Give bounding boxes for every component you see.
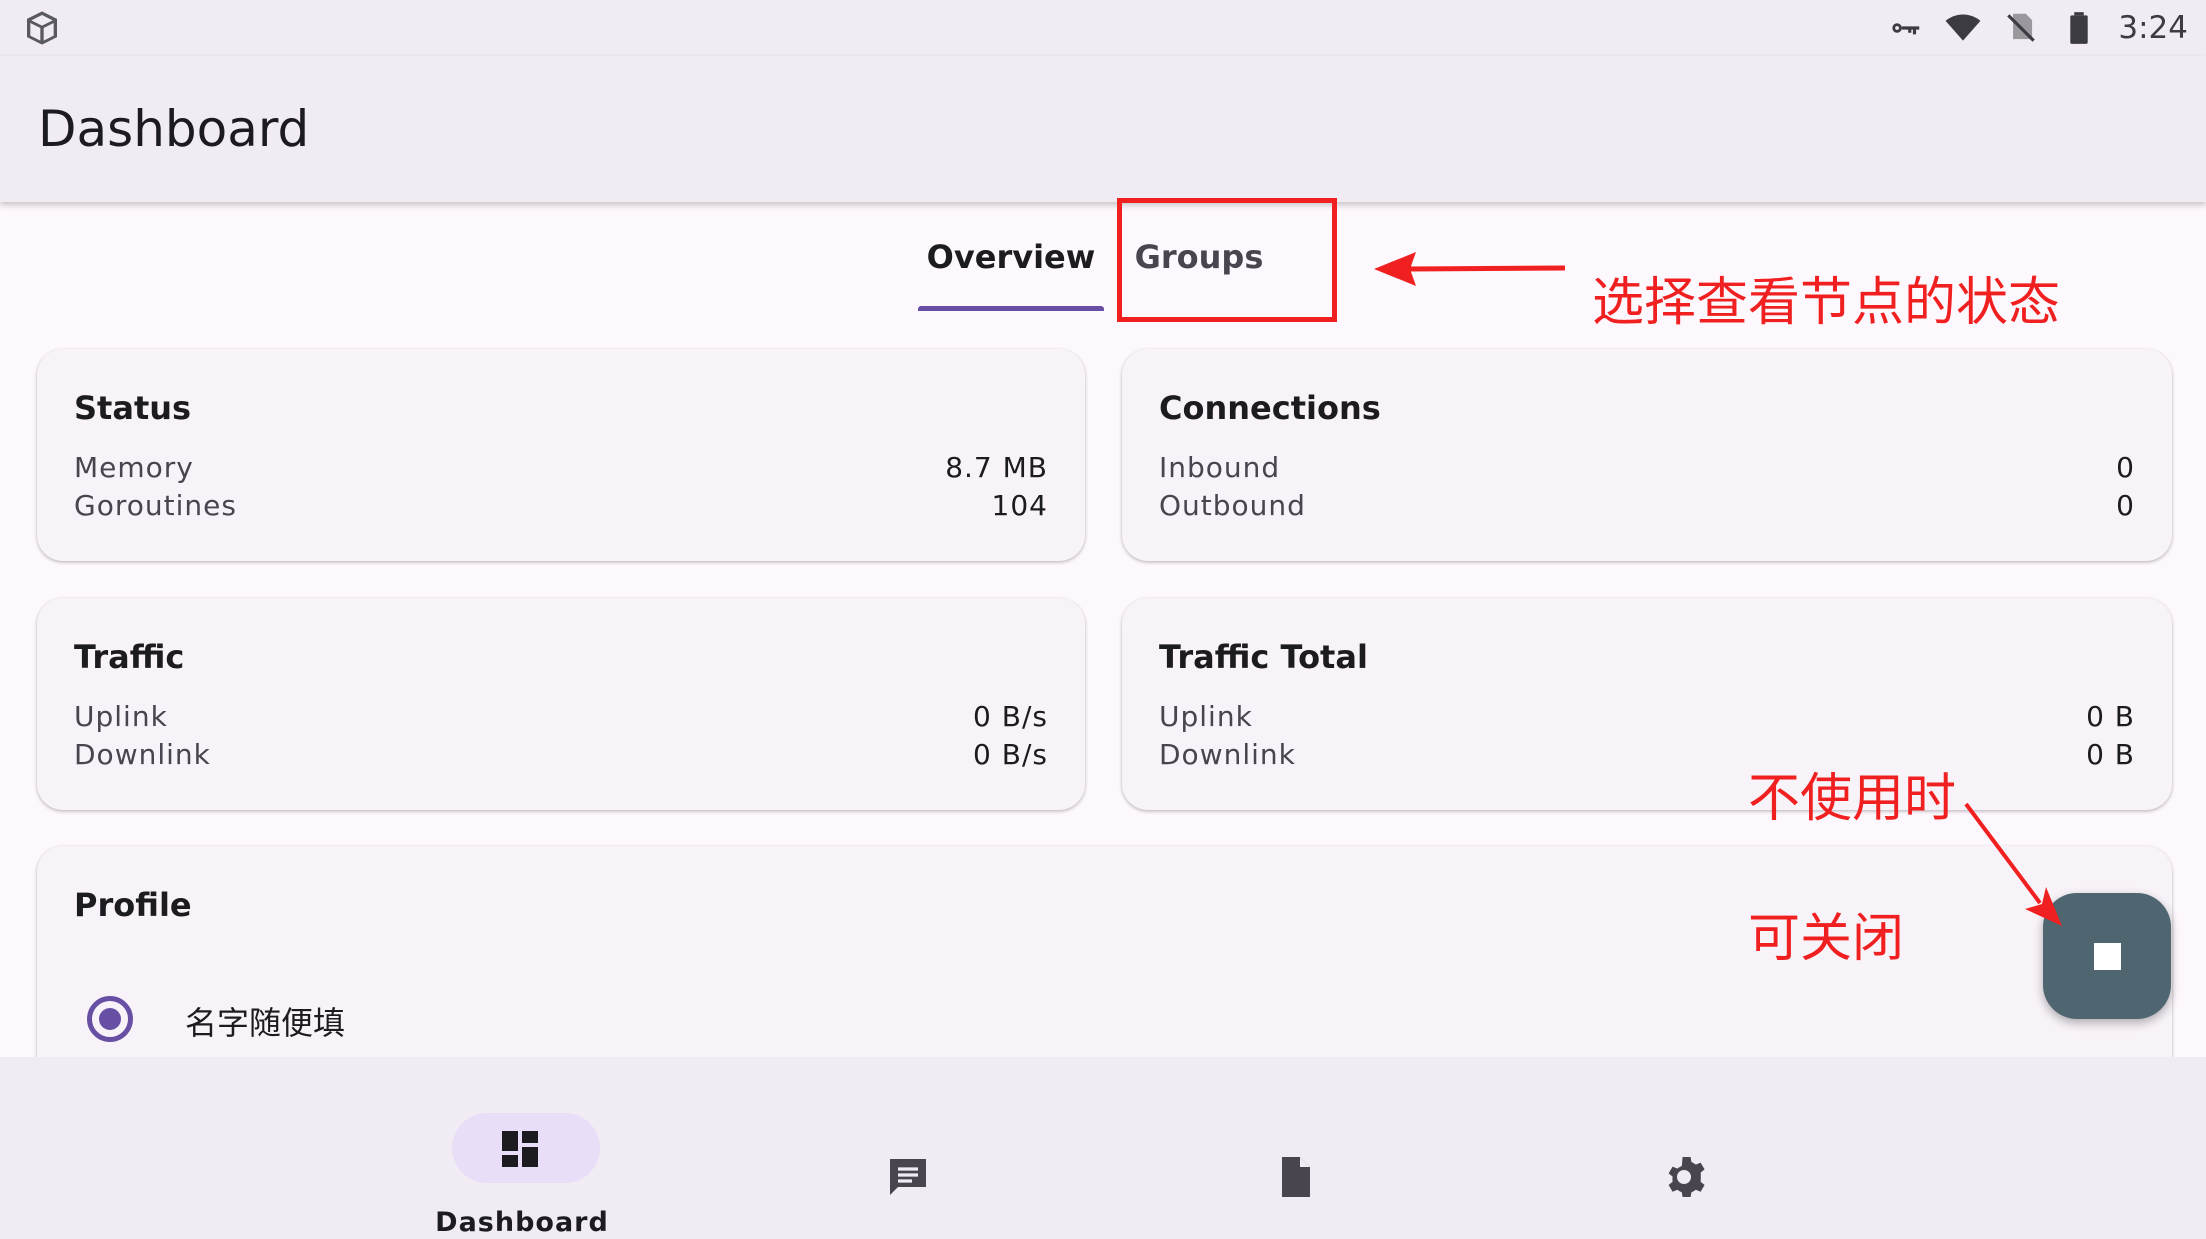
row-label: Memory — [74, 451, 194, 484]
downlink-row: Downlink 0 B — [1159, 738, 2135, 776]
row-value: 0 B/s — [973, 738, 1048, 771]
card-title: Profile — [74, 886, 192, 924]
nav-dashboard[interactable]: Dashboard — [422, 1085, 622, 1238]
profile-name[interactable]: 名字随便填 — [185, 998, 345, 1044]
tab-indicator — [918, 306, 1104, 311]
annotation-fab-hint-line1: 不使用时 — [1748, 769, 1957, 829]
row-value: 0 B — [2086, 700, 2135, 733]
file-icon — [1272, 1153, 1320, 1201]
status-card: Status Memory 8.7 MB Goroutines 104 — [37, 349, 1085, 561]
card-title: Status — [74, 389, 192, 427]
nav-label: Dashboard — [435, 1207, 609, 1238]
bottom-navigation: Dashboard — [0, 1057, 2206, 1239]
inbound-row: Inbound 0 — [1159, 451, 2135, 489]
row-value: 0 — [2116, 489, 2135, 522]
row-value: 8.7 MB — [945, 451, 1048, 484]
row-label: Downlink — [1159, 738, 1296, 771]
nav-settings[interactable] — [1586, 1085, 1786, 1225]
row-label: Uplink — [74, 700, 168, 733]
row-value: 0 B — [2086, 738, 2135, 771]
settings-icon — [1660, 1153, 1708, 1201]
row-label: Downlink — [74, 738, 211, 771]
radio-dot — [99, 1008, 121, 1030]
battery-icon — [2060, 9, 2098, 47]
uplink-row: Uplink 0 B/s — [74, 700, 1048, 738]
status-time: 3:24 — [2118, 10, 2188, 46]
row-value: 0 B/s — [973, 700, 1048, 733]
profile-radio-button[interactable] — [87, 996, 133, 1042]
groups-highlight-box — [1117, 198, 1337, 322]
uplink-row: Uplink 0 B — [1159, 700, 2135, 738]
tab-overview[interactable]: Overview — [918, 238, 1104, 276]
key-icon — [1886, 9, 1924, 47]
nav-logs[interactable] — [1198, 1085, 1398, 1225]
dashboard-icon — [496, 1125, 544, 1173]
outbound-row: Outbound 0 — [1159, 489, 2135, 527]
wifi-icon — [1944, 9, 1982, 47]
stop-button[interactable] — [2043, 893, 2171, 1019]
row-label: Inbound — [1159, 451, 1281, 484]
page-title: Dashboard — [38, 100, 310, 158]
card-title: Connections — [1159, 389, 1381, 427]
message-icon — [884, 1153, 932, 1201]
nav-messages[interactable] — [810, 1085, 1010, 1225]
app-bar: Dashboard — [0, 56, 2206, 202]
row-label: Uplink — [1159, 700, 1253, 733]
annotation-groups-hint: 选择查看节点的状态 — [1592, 273, 2061, 333]
row-label: Outbound — [1159, 489, 1306, 522]
goroutines-row: Goroutines 104 — [74, 489, 1048, 527]
downlink-row: Downlink 0 B/s — [74, 738, 1048, 776]
traffic-card: Traffic Uplink 0 B/s Downlink 0 B/s — [37, 598, 1085, 810]
card-title: Traffic — [74, 638, 185, 676]
traffic-total-card: Traffic Total Uplink 0 B Downlink 0 B — [1122, 598, 2172, 810]
package-icon — [22, 8, 62, 48]
row-label: Goroutines — [74, 489, 237, 522]
card-title: Traffic Total — [1159, 638, 1368, 676]
stop-icon — [2094, 943, 2121, 970]
status-bar: 3:24 — [0, 0, 2206, 56]
memory-row: Memory 8.7 MB — [74, 451, 1048, 489]
no-sim-icon — [2002, 9, 2040, 47]
annotation-fab-hint-line2: 可关闭 — [1748, 909, 1905, 969]
row-value: 0 — [2116, 451, 2135, 484]
connections-card: Connections Inbound 0 Outbound 0 — [1122, 349, 2172, 561]
row-value: 104 — [991, 489, 1048, 522]
